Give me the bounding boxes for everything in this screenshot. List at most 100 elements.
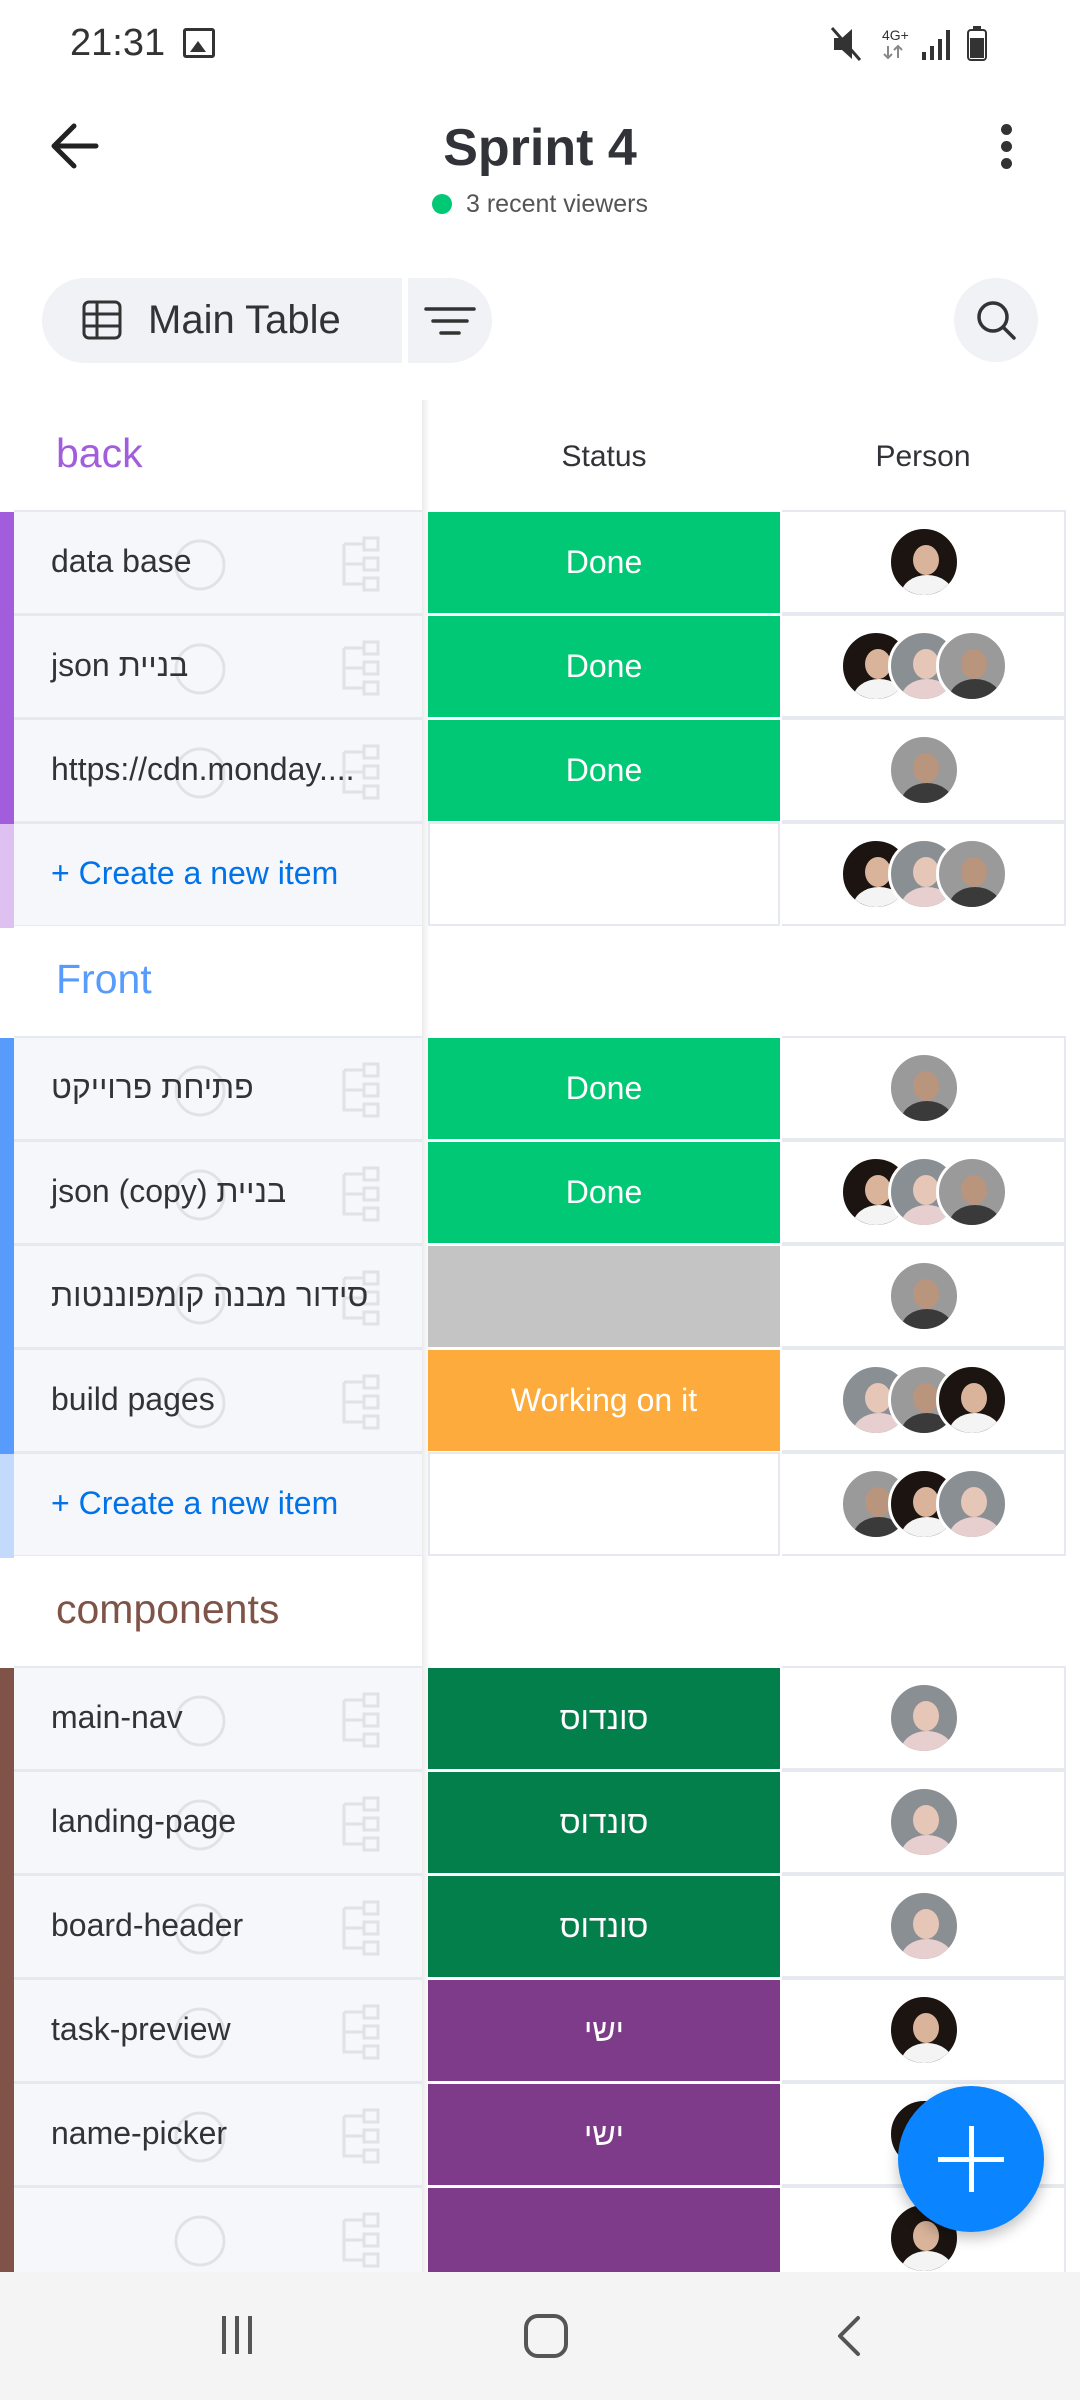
- person-cell[interactable]: [782, 1348, 1066, 1452]
- person-cell[interactable]: [782, 1874, 1066, 1978]
- create-item-row[interactable]: + Create a new item: [0, 822, 1080, 928]
- table-row[interactable]: landing-page סונדוס: [0, 1770, 1080, 1876]
- create-item-link[interactable]: + Create a new item: [51, 1485, 338, 1522]
- avatar[interactable]: [936, 838, 1008, 910]
- avatar[interactable]: [888, 1682, 960, 1754]
- create-item-row[interactable]: + Create a new item: [0, 1452, 1080, 1558]
- filter-button[interactable]: [408, 278, 492, 363]
- person-avatars[interactable]: [782, 1364, 1066, 1438]
- person-avatars[interactable]: [782, 1052, 1066, 1126]
- table-row[interactable]: סידור מבנה קומפוננטות: [0, 1244, 1080, 1350]
- person-cell[interactable]: [782, 1666, 1066, 1770]
- person-cell[interactable]: [782, 614, 1066, 718]
- search-button[interactable]: [954, 278, 1038, 362]
- table-row[interactable]: build pages Working on it: [0, 1348, 1080, 1454]
- avatar[interactable]: [936, 1468, 1008, 1540]
- item-name-cell[interactable]: task-preview: [0, 1978, 422, 2084]
- status-cell[interactable]: סונדוס: [428, 1770, 780, 1874]
- table-row[interactable]: פתיחת פרוייקט Done: [0, 1036, 1080, 1142]
- avatar[interactable]: [936, 630, 1008, 702]
- table-row[interactable]: main-nav סונדוס: [0, 1666, 1080, 1772]
- create-item-cell[interactable]: + Create a new item: [0, 1452, 422, 1558]
- table-row[interactable]: task-preview ישי: [0, 1978, 1080, 2084]
- person-avatars[interactable]: [782, 526, 1066, 600]
- person-column-header[interactable]: Person: [782, 440, 1064, 474]
- avatar-face: [913, 1071, 939, 1101]
- avatar[interactable]: [888, 1994, 960, 2066]
- avatar[interactable]: [936, 1156, 1008, 1228]
- status-cell[interactable]: סונדוס: [428, 1666, 780, 1770]
- status-cell[interactable]: Done: [428, 614, 780, 718]
- status-cell[interactable]: Done: [428, 510, 780, 614]
- create-item-cell[interactable]: + Create a new item: [0, 822, 422, 928]
- table-row[interactable]: json (copy) בניית Done: [0, 1140, 1080, 1246]
- status-cell[interactable]: Done: [428, 718, 780, 822]
- group-title[interactable]: Front: [56, 956, 152, 1003]
- status-cell[interactable]: Working on it: [428, 1348, 780, 1452]
- person-avatars[interactable]: [782, 1890, 1066, 1964]
- person-cell[interactable]: [782, 1140, 1066, 1244]
- board-table[interactable]: back Status Person data base Done json בניית D…: [0, 400, 1080, 2272]
- person-avatars[interactable]: [782, 1682, 1066, 1756]
- person-cell[interactable]: [782, 1036, 1066, 1140]
- item-name-cell[interactable]: data base: [0, 510, 422, 616]
- status-cell[interactable]: [428, 2186, 780, 2272]
- person-cell[interactable]: [782, 1770, 1066, 1874]
- person-avatars[interactable]: [782, 630, 1066, 704]
- item-name-cell[interactable]: name-picker: [0, 2082, 422, 2188]
- item-name-cell[interactable]: landing-page: [0, 1770, 422, 1876]
- item-name-cell[interactable]: json בניית: [0, 614, 422, 720]
- avatar[interactable]: [888, 1260, 960, 1332]
- group-title[interactable]: components: [56, 1586, 279, 1633]
- item-name-cell[interactable]: main-nav: [0, 1666, 422, 1772]
- person-avatars[interactable]: [782, 838, 1066, 912]
- table-row[interactable]: json בניית Done: [0, 614, 1080, 720]
- status-cell[interactable]: ישי: [428, 1978, 780, 2082]
- person-avatars[interactable]: [782, 1786, 1066, 1860]
- status-cell[interactable]: Done: [428, 1140, 780, 1244]
- nav-back-icon[interactable]: [830, 2314, 870, 2358]
- status-cell[interactable]: Done: [428, 1036, 780, 1140]
- table-row[interactable]: https://cdn.monday.... Done: [0, 718, 1080, 824]
- avatar[interactable]: [936, 1364, 1008, 1436]
- create-item-link[interactable]: + Create a new item: [51, 855, 338, 892]
- recent-apps-icon[interactable]: [222, 2316, 262, 2356]
- person-avatars[interactable]: [782, 1468, 1066, 1542]
- item-name-cell[interactable]: json (copy) בניית: [0, 1140, 422, 1246]
- status-column-header[interactable]: Status: [428, 440, 780, 474]
- table-row[interactable]: data base Done: [0, 510, 1080, 616]
- item-name-cell[interactable]: https://cdn.monday....: [0, 718, 422, 824]
- person-cell[interactable]: [782, 822, 1066, 926]
- person-avatars[interactable]: [782, 1260, 1066, 1334]
- person-cell[interactable]: [782, 1244, 1066, 1348]
- avatar[interactable]: [888, 1786, 960, 1858]
- avatar[interactable]: [888, 526, 960, 598]
- table-row[interactable]: board-header סונדוס: [0, 1874, 1080, 1980]
- item-name-cell[interactable]: board-header: [0, 1874, 422, 1980]
- empty-status-cell[interactable]: [428, 1452, 780, 1556]
- more-options-icon[interactable]: [990, 120, 1022, 176]
- avatar[interactable]: [888, 734, 960, 806]
- status-cell[interactable]: [428, 1244, 780, 1348]
- avatar[interactable]: [888, 1052, 960, 1124]
- status-cell[interactable]: ישי: [428, 2082, 780, 2186]
- person-cell[interactable]: [782, 718, 1066, 822]
- item-name-cell[interactable]: build pages: [0, 1348, 422, 1454]
- item-name-cell[interactable]: [0, 2186, 422, 2272]
- home-icon[interactable]: [524, 2314, 568, 2358]
- item-name-cell[interactable]: סידור מבנה קומפוננטות: [0, 1244, 422, 1350]
- recent-viewers[interactable]: 3 recent viewers: [0, 190, 1080, 219]
- person-cell[interactable]: [782, 510, 1066, 614]
- person-avatars[interactable]: [782, 734, 1066, 808]
- person-avatars[interactable]: [782, 1156, 1066, 1230]
- add-item-fab-button[interactable]: [898, 2086, 1044, 2232]
- group-title[interactable]: back: [56, 430, 143, 477]
- item-name-cell[interactable]: פתיחת פרוייקט: [0, 1036, 422, 1142]
- person-cell[interactable]: [782, 1978, 1066, 2082]
- person-avatars[interactable]: [782, 1994, 1066, 2068]
- main-table-selector[interactable]: Main Table: [42, 278, 402, 363]
- person-cell[interactable]: [782, 1452, 1066, 1556]
- status-cell[interactable]: סונדוס: [428, 1874, 780, 1978]
- avatar[interactable]: [888, 1890, 960, 1962]
- empty-status-cell[interactable]: [428, 822, 780, 926]
